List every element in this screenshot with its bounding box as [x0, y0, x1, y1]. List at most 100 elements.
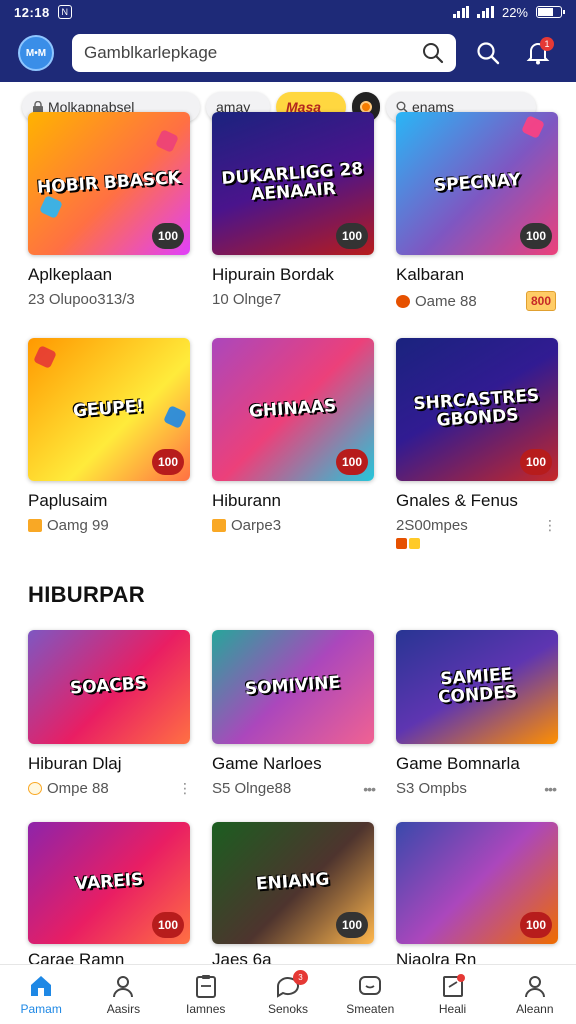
game-meta-text: S3 Ompbs: [396, 780, 467, 797]
game-card[interactable]: GEUPE! 100 Paplusaim Oamg 99: [28, 338, 191, 554]
nav-item-social[interactable]: 3 Senoks: [252, 969, 324, 1016]
nav-item-profile[interactable]: Aleann: [499, 974, 571, 1016]
search-button[interactable]: [470, 35, 506, 71]
signal-icon-2: [477, 6, 494, 18]
rating-badge: 100: [336, 912, 368, 938]
rating-badge: 100: [520, 449, 552, 475]
game-meta-text: Oarpe3: [231, 517, 282, 534]
search-bar[interactable]: [72, 34, 456, 72]
game-art-title: SOACBS: [69, 673, 149, 699]
game-thumbnail[interactable]: SOACBS: [28, 630, 190, 744]
battery-label: 22%: [501, 4, 528, 20]
game-card[interactable]: SAMIEE CONDES Game Bomnarla S3 Ompbs •••: [396, 630, 558, 797]
game-grid-row-4: VAREIS 100 Carae Ramn ENIANG 100 Jaes 6a…: [28, 822, 558, 970]
search-icon[interactable]: [422, 42, 444, 64]
price-tag: 800: [525, 291, 556, 311]
section-title: HIBURPAR: [28, 582, 145, 607]
game-card[interactable]: HOBIR BBASCK 100 Aplkeplaan 23 Olupoo313…: [28, 112, 191, 311]
signal-icon: [452, 6, 470, 18]
game-meta: 2S00mpes ⋮: [396, 517, 557, 534]
notification-count-badge: 1: [540, 37, 554, 51]
nav-label: Senoks: [267, 1001, 308, 1016]
game-card[interactable]: VAREIS 100 Carae Ramn: [28, 822, 191, 970]
game-grid-row-2: GEUPE! 100 Paplusaim Oamg 99 GHINAAS 100…: [28, 338, 558, 554]
profile-icon: [524, 975, 545, 997]
nav-item-home[interactable]: Pamam: [5, 974, 77, 1016]
app-logo[interactable]: M•M: [18, 35, 54, 71]
game-meta-text: 2S00mpes: [396, 517, 468, 534]
battery-icon: [536, 6, 565, 18]
nav-label: Aasirs: [106, 1001, 141, 1016]
more-options-icon[interactable]: ⋮: [178, 780, 192, 797]
notifications-button[interactable]: 1: [520, 35, 556, 71]
notes-icon: [442, 973, 465, 997]
nav-item-messages[interactable]: Smeaten: [334, 974, 406, 1016]
game-thumbnail[interactable]: HOBIR BBASCK 100: [28, 112, 190, 255]
game-meta: 23 Olupoo313/3: [28, 291, 191, 308]
game-meta: S3 Ompbs •••: [396, 780, 557, 797]
game-title: Paplusaim: [28, 491, 108, 510]
notification-status-icon: N: [57, 5, 72, 19]
game-card[interactable]: DUKARLIGG 28 AENAAIR 100 Hipurain Bordak…: [212, 112, 375, 311]
game-title: Hiburann: [212, 491, 281, 510]
nav-item-account[interactable]: Aasirs: [87, 974, 159, 1016]
search-input[interactable]: [84, 43, 422, 63]
game-meta-text: 10 Olnge7: [212, 291, 282, 308]
nav-item-games[interactable]: Iamnes: [170, 974, 242, 1016]
lock-icon: [212, 519, 226, 532]
game-card[interactable]: 100 Niaolra Rn: [396, 822, 558, 970]
game-meta: Oamg 99: [28, 517, 191, 534]
game-title: Gnales & Fenus: [396, 491, 518, 510]
status-time: 12:18: [14, 4, 50, 20]
more-options-icon[interactable]: •••: [544, 781, 557, 797]
game-thumbnail[interactable]: GHINAAS 100: [212, 338, 374, 481]
rating-badge: 100: [336, 449, 368, 475]
nav-label: Aleann: [516, 1001, 554, 1016]
feature-icon: [396, 538, 407, 549]
game-card[interactable]: SOMIVINE Game Narloes S5 Olnge88 •••: [212, 630, 376, 797]
game-card[interactable]: SHRCASTRES GBONDS 100 Gnales & Fenus 2S0…: [396, 338, 558, 554]
rating-badge: 100: [520, 223, 552, 249]
nav-item-notes[interactable]: Heali: [417, 973, 489, 1016]
bottom-navigation: Pamam Aasirs Iamnes 3 Senoks Smeaten Hea…: [0, 964, 576, 1024]
nav-label: Iamnes: [186, 1001, 226, 1016]
game-title: Hiburan Dlaj: [28, 754, 122, 773]
game-thumbnail[interactable]: ENIANG 100: [212, 822, 374, 944]
game-card[interactable]: SOACBS Hiburan Dlaj Ompe 88 ⋮: [28, 630, 192, 797]
rating-badge: 100: [152, 912, 184, 938]
game-meta-text: S5 Olnge88: [212, 780, 292, 797]
more-options-icon[interactable]: •••: [363, 781, 376, 797]
game-art-title: ENIANG: [255, 869, 331, 895]
game-art-title: DUKARLIGG 28 AENAAIR: [220, 158, 364, 205]
game-grid-row-1: HOBIR BBASCK 100 Aplkeplaan 23 Olupoo313…: [28, 112, 558, 311]
game-thumbnail[interactable]: VAREIS 100: [28, 822, 190, 944]
game-thumbnail[interactable]: SOMIVINE: [212, 630, 374, 744]
game-thumbnail[interactable]: SHRCASTRES GBONDS 100: [396, 338, 558, 481]
game-thumbnail[interactable]: GEUPE! 100: [28, 338, 190, 481]
game-thumbnail[interactable]: SPECNAY 100: [396, 112, 558, 255]
game-meta: Oarpe3: [212, 517, 375, 534]
game-card[interactable]: GHINAAS 100 Hiburann Oarpe3: [212, 338, 375, 554]
game-card[interactable]: SPECNAY 100 Kalbaran Oame 88 800: [396, 112, 558, 311]
game-meta: S5 Olnge88 •••: [212, 780, 376, 797]
game-thumbnail[interactable]: DUKARLIGG 28 AENAAIR 100: [212, 112, 374, 255]
game-meta: 10 Olnge7: [212, 291, 375, 308]
game-card[interactable]: ENIANG 100 Jaes 6a: [212, 822, 375, 970]
game-title: Hipurain Bordak: [212, 265, 334, 284]
game-title: Aplkeplaan: [28, 265, 113, 284]
game-thumbnail[interactable]: 100: [396, 822, 558, 944]
nav-label: Smeaten: [346, 1001, 395, 1016]
app-header: M•M 1: [0, 24, 576, 82]
nav-label: Heali: [438, 1001, 467, 1016]
game-meta-text: Oame 88: [415, 292, 477, 310]
more-options-icon[interactable]: ⋮: [543, 517, 557, 534]
game-art-title: VAREIS: [74, 869, 144, 895]
game-meta: Ompe 88 ⋮: [28, 780, 192, 797]
game-thumbnail[interactable]: SAMIEE CONDES: [396, 630, 558, 744]
rating-badge: 100: [520, 912, 552, 938]
feature-icons: [396, 538, 420, 549]
message-icon: [359, 975, 382, 995]
game-art-title: SHRCASTRES GBONDS: [412, 385, 540, 431]
rating-badge: 100: [152, 223, 184, 249]
coin-icon: [28, 782, 42, 795]
